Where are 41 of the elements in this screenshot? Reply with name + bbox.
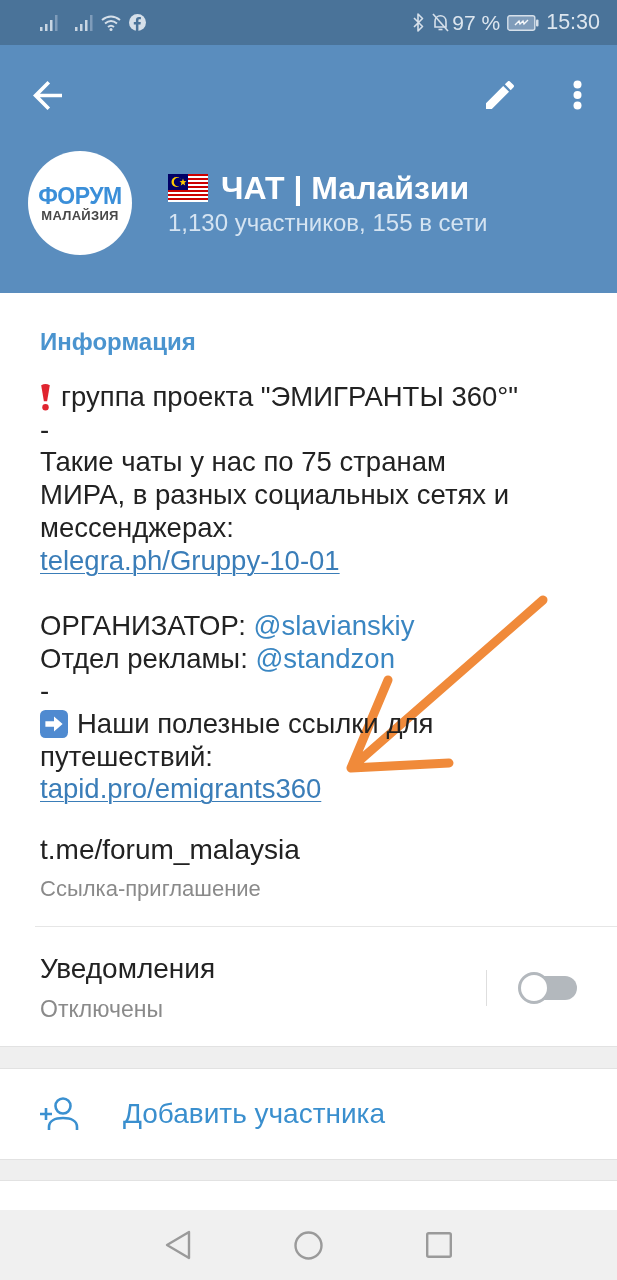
- link[interactable]: telegra.ph/Gruppy-10-01: [40, 544, 340, 578]
- description-text: ОРГАНИЗАТОР: @slavianskiy: [40, 609, 415, 643]
- description-text: путешествий:: [40, 740, 213, 774]
- description-text: группа проекта "ЭМИГРАНТЫ 360°": [61, 381, 519, 414]
- chat-title: ЧАТ | Малайзии: [221, 169, 470, 207]
- bell-off-icon: [432, 13, 450, 32]
- bluetooth-icon: [413, 13, 425, 32]
- avatar-logo-subtitle: МАЛАЙЗИЯ: [41, 207, 119, 223]
- member-count-text: 1,130 участников, 155 в сети: [168, 209, 488, 237]
- wifi-icon: [101, 14, 121, 31]
- exclamation-icon: [40, 383, 51, 412]
- signal-icon: [75, 14, 93, 31]
- signal-icon: [40, 14, 58, 31]
- mention-link[interactable]: @slavianskiy: [253, 609, 415, 641]
- home-icon[interactable]: [294, 1230, 323, 1260]
- notifications-status: Отключены: [40, 996, 163, 1023]
- invite-link-text[interactable]: t.me/forum_malaysia: [40, 834, 300, 867]
- invite-link-label: Ссылка-приглашение: [40, 876, 261, 903]
- mention-link[interactable]: @standzon: [255, 642, 395, 674]
- notifications-label: Уведомления: [40, 953, 216, 986]
- description-text: -: [40, 413, 50, 447]
- link[interactable]: tapid.pro/emigrants360: [40, 773, 322, 807]
- back-icon[interactable]: [165, 1230, 191, 1260]
- avatar-logo-title: ФОРУМ: [38, 183, 122, 208]
- facebook-icon: [129, 14, 146, 31]
- battery-icon: [507, 14, 540, 31]
- flag-icon: [168, 174, 208, 202]
- description-text: Отдел рекламы: @standzon: [40, 642, 395, 676]
- add-user-icon: [39, 1097, 81, 1132]
- edit-pencil-icon[interactable]: [486, 81, 514, 109]
- time-text: 15:30: [546, 9, 600, 37]
- section-heading: Информация: [40, 328, 196, 356]
- description-text: Такие чаты у нас по 75 странам МИРА, в разных социальных сетях и мессенджерах:: [40, 446, 510, 545]
- arrow-right-icon: [40, 710, 68, 739]
- more-menu-icon[interactable]: [573, 80, 582, 110]
- recents-icon[interactable]: [426, 1232, 452, 1258]
- back-icon[interactable]: [33, 80, 62, 110]
- battery-percent-text: 97 %: [452, 9, 501, 36]
- notifications-toggle[interactable]: [518, 971, 577, 1004]
- add-member-button[interactable]: Добавить участника: [123, 1098, 386, 1131]
- description-text: -: [40, 675, 50, 708]
